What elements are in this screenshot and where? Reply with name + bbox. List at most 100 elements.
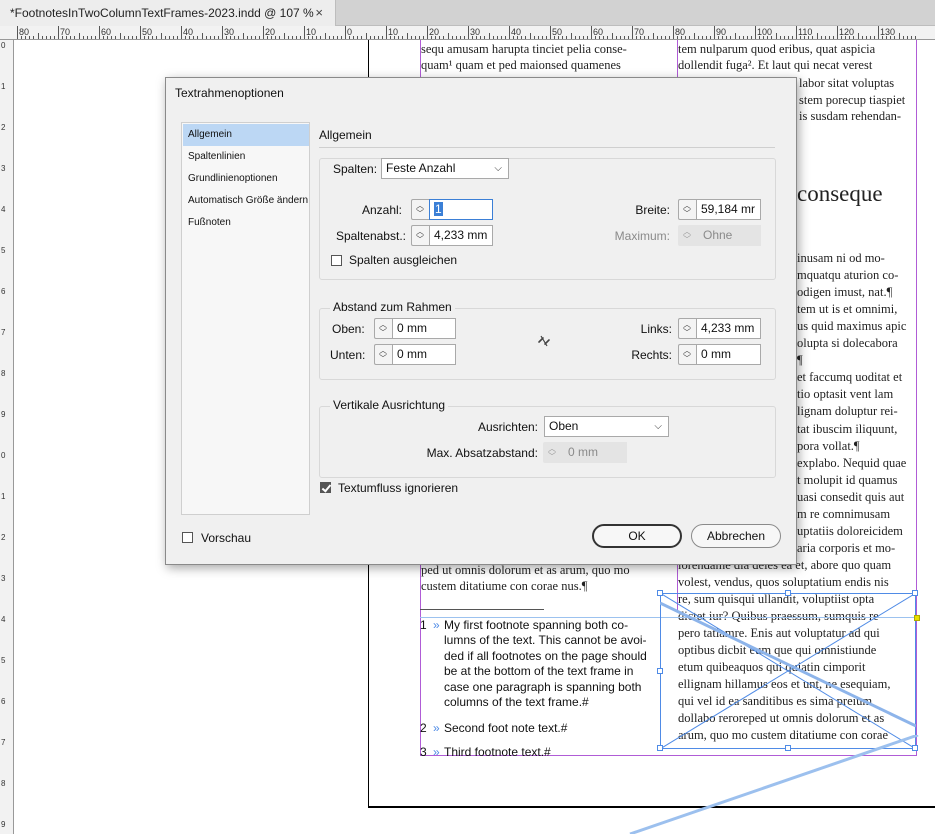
ruler-tick (677, 36, 679, 39)
right-column-line: odigen imust, nat.¶ (797, 285, 893, 300)
sidebar-item-fussnoten[interactable]: Fußnoten (183, 212, 309, 234)
footnote-number: 2 (420, 721, 427, 735)
ruler-tick (853, 36, 855, 39)
ruler-tick (332, 36, 334, 39)
ruler-tick (902, 36, 904, 39)
ruler-tick (701, 36, 703, 39)
frame-handle[interactable] (657, 590, 663, 596)
ruler-tick (197, 36, 199, 39)
footnote-text-line: Third footnote text.# (444, 745, 551, 759)
right-column-line: volest, vendus, quos soluptatium endis n… (678, 574, 889, 589)
columns-type-select[interactable]: Feste Anzahl ⌵ (381, 158, 509, 179)
ruler-tick (242, 33, 244, 39)
ruler-tick (160, 33, 162, 39)
top-inset-label: Oben: (332, 322, 365, 336)
close-tab-icon[interactable]: × (315, 5, 323, 20)
left-inset-label: Links: (640, 322, 672, 336)
stepper-arrows-icon[interactable]: ︿ ﹀ (374, 344, 392, 365)
document-tab[interactable]: *FootnotesInTwoColumnTextFrames-2023.ind… (0, 0, 336, 26)
preview-checkbox[interactable] (182, 532, 193, 543)
vertical-ruler[interactable]: 0 1 2 3 4 5 6 7 8 9 0 1 2 3 4 5 6 7 8 9 (0, 40, 14, 834)
ruler-tick (459, 36, 461, 39)
number-field[interactable]: 1 (429, 199, 493, 220)
ruler-label: 2 (1, 123, 6, 132)
ruler-tick (353, 36, 355, 39)
sidebar-item-spaltenlinien[interactable]: Spaltenlinien (183, 146, 309, 168)
ruler-tick (545, 36, 547, 39)
cancel-button[interactable]: Abbrechen (691, 524, 781, 548)
right-inset-field[interactable]: 0 mm (696, 344, 761, 365)
ruler-label: 7 (1, 328, 6, 337)
left-inset-field[interactable]: 4,233 mm (696, 318, 761, 339)
ruler-tick (763, 36, 765, 39)
ruler-tick (345, 26, 346, 39)
frame-handle[interactable] (912, 590, 918, 596)
top-inset-field[interactable]: 0 mm (392, 318, 456, 339)
tab-arrow-icon: » (433, 721, 440, 735)
ruler-tick (566, 36, 568, 39)
stepper-arrows-icon[interactable]: ︿ ﹀ (374, 318, 392, 339)
right-column-line: explabo. Nequid quae (797, 455, 907, 470)
ruler-tick (99, 26, 100, 39)
gutter-stepper[interactable]: ︿ ﹀ 4,233 mm (411, 225, 493, 246)
sidebar-item-grundlinienoptionen[interactable]: Grundlinienoptionen (183, 168, 309, 190)
ruler-tick (574, 36, 576, 39)
ruler-tick (349, 36, 351, 39)
frame-handle[interactable] (657, 668, 663, 674)
number-field-value: 1 (434, 202, 443, 216)
maximum-stepper: ︿ ﹀ Ohne (678, 225, 761, 246)
stepper-arrows-icon[interactable]: ︿ ﹀ (411, 199, 429, 220)
gutter-field[interactable]: 4,233 mm (429, 225, 493, 246)
ruler-tick (513, 36, 515, 39)
ignore-text-wrap-checkbox[interactable] (320, 482, 331, 493)
unlink-chain-icon[interactable] (536, 333, 552, 349)
ruler-tick (127, 36, 129, 39)
bottom-inset-field[interactable]: 0 mm (392, 344, 456, 365)
sidebar-item-allgemein[interactable]: Allgemein (183, 124, 309, 146)
align-select[interactable]: Oben ⌵ (544, 416, 669, 437)
bottom-inset-stepper[interactable]: ︿ ﹀ 0 mm (374, 344, 456, 365)
ruler-tick (144, 36, 146, 39)
sidebar-item-automatisch-groesse[interactable]: Automatisch Größe ändern (183, 190, 309, 212)
ruler-tick (619, 36, 621, 39)
stepper-arrows-icon[interactable]: ︿ ﹀ (678, 318, 696, 339)
overset-marker[interactable] (914, 615, 920, 621)
top-inset-stepper[interactable]: ︿ ﹀ 0 mm (374, 318, 456, 339)
ruler-tick (705, 36, 707, 39)
width-field[interactable]: 59,184 mr (696, 199, 761, 220)
ruler-tick (791, 36, 793, 39)
width-stepper[interactable]: ︿ ﹀ 59,184 mr (678, 199, 761, 220)
balance-columns-checkbox[interactable] (331, 255, 342, 266)
ruler-tick (804, 36, 806, 39)
ruler-tick (648, 36, 650, 39)
ruler-tick (849, 36, 851, 39)
width-label: Breite: (635, 203, 670, 217)
stepper-arrows-icon[interactable]: ︿ ﹀ (678, 199, 696, 220)
ruler-tick (418, 36, 420, 39)
ruler-tick (726, 36, 728, 39)
ruler-tick (886, 36, 888, 39)
ruler-tick (898, 33, 900, 39)
ruler-tick (427, 26, 428, 39)
stepper-arrows-icon[interactable]: ︿ ﹀ (411, 225, 429, 246)
right-inset-stepper[interactable]: ︿ ﹀ 0 mm (678, 344, 761, 365)
ruler-tick (316, 36, 318, 39)
ruler-tick (730, 36, 732, 39)
ruler-tick (230, 36, 232, 39)
ruler-tick (320, 36, 322, 39)
ok-button[interactable]: OK (592, 524, 682, 548)
horizontal-ruler[interactable]: 80 70 60 50 40 30 20 10 0 10 20 30 40 50 60 70 80 90 100 11… (0, 26, 935, 40)
left-inset-stepper[interactable]: ︿ ﹀ 4,233 mm (678, 318, 761, 339)
ruler-tick (435, 36, 437, 39)
frame-handle[interactable] (785, 590, 791, 596)
columns-label: Spalten: (333, 162, 378, 176)
ruler-tick (82, 36, 84, 39)
stepper-arrows-icon[interactable]: ︿ ﹀ (678, 344, 696, 365)
ruler-tick (443, 36, 445, 39)
ruler-tick (213, 36, 215, 39)
ruler-tick (562, 36, 564, 39)
ruler-tick (890, 36, 892, 39)
max-paragraph-spacing-field: 0 mm (561, 442, 627, 463)
number-stepper[interactable]: ︿ ﹀ 1 (411, 199, 493, 220)
ruler-tick (832, 36, 834, 39)
